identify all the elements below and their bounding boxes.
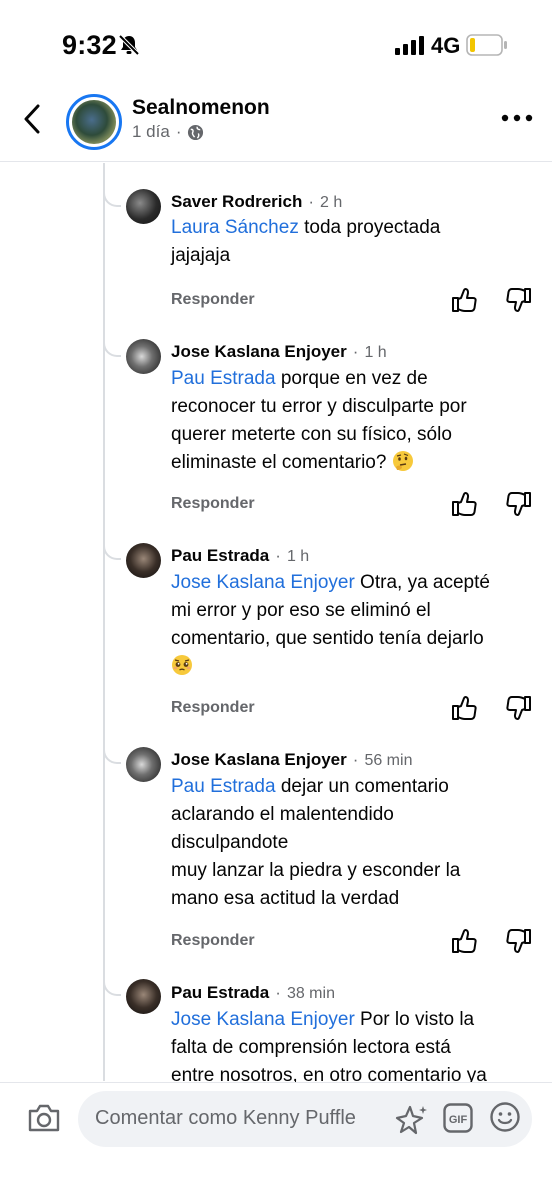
post-time: 1 día <box>132 122 170 141</box>
comment-line: muy lanzar la piedra y esconder la <box>171 860 461 881</box>
comment-line: reconocer tu error y disculparte por <box>171 396 467 417</box>
comment-line: querer meterte con su físico, sólo <box>171 424 452 445</box>
meta-separator: · <box>275 546 281 565</box>
comment-input-placeholder[interactable]: Comentar como Kenny Puffle <box>95 1107 356 1130</box>
thumbs-up-icon[interactable] <box>451 491 477 517</box>
pleading-face-emoji-icon <box>172 655 192 675</box>
thinking-face-emoji-icon <box>392 451 413 471</box>
thread-connector <box>103 335 121 357</box>
comment-text: Pau Estrada porque en vez de reconocer t… <box>171 365 531 477</box>
mention-link[interactable]: Jose Kaslana Enjoyer <box>171 1009 355 1030</box>
camera-icon[interactable] <box>27 1103 61 1133</box>
mention-link[interactable]: Laura Sánchez <box>171 217 299 238</box>
reply-button[interactable]: Responder <box>171 699 255 717</box>
reply-button[interactable]: Responder <box>171 495 255 513</box>
battery-icon <box>466 34 507 56</box>
comment-time[interactable]: 56 min <box>364 752 412 770</box>
comment-time[interactable]: 38 min <box>287 985 335 1003</box>
status-time: 9:32 <box>62 30 117 60</box>
comment-text: Pau Estrada dejar un comentario aclarand… <box>171 773 531 913</box>
mention-link[interactable]: Pau Estrada <box>171 368 276 389</box>
meta-separator: · <box>352 750 359 769</box>
thread-connector <box>103 974 121 996</box>
back-arrow-icon[interactable] <box>20 102 46 136</box>
post-header: Sealnomenon 1 día · <box>0 86 552 162</box>
commenter-avatar[interactable] <box>126 979 161 1014</box>
comment-author[interactable]: Saver Rodrerich <box>171 192 302 212</box>
thumbs-up-icon[interactable] <box>451 928 477 954</box>
thumbs-down-icon[interactable] <box>506 491 532 517</box>
emoji-smile-icon[interactable] <box>489 1101 521 1133</box>
mention-link[interactable]: Jose Kaslana Enjoyer <box>171 572 355 593</box>
comment-line: mano esa actitud la verdad <box>171 888 400 909</box>
mention-link[interactable]: Pau Estrada <box>171 776 276 797</box>
comment-time[interactable]: 1 h <box>364 344 386 362</box>
thumbs-down-icon[interactable] <box>506 287 532 313</box>
commenter-avatar[interactable] <box>126 189 161 224</box>
thumbs-up-icon[interactable] <box>451 287 477 313</box>
comment-header: Jose Kaslana Enjoyer · 56 min <box>171 750 412 770</box>
reply-button[interactable]: Responder <box>171 932 255 950</box>
comment-line: falta de comprensión lectora está <box>171 1037 451 1058</box>
status-bar: 9:32 4G <box>0 0 552 86</box>
meta-separator: · <box>275 983 281 1002</box>
comment-line: jajajaja <box>171 245 231 266</box>
thread-connector <box>103 185 121 207</box>
post-meta: 1 día · <box>132 122 204 142</box>
avatar-sticker-icon[interactable] <box>394 1103 430 1137</box>
comment-header: Pau Estrada · 1 h <box>171 546 309 566</box>
comment-line: Por lo visto la <box>354 1009 475 1030</box>
page-avatar[interactable] <box>66 94 122 150</box>
comment-line: comentario, que sentido tenía dejarlo <box>171 628 484 649</box>
gif-icon[interactable]: GIF <box>443 1103 473 1133</box>
comment-time[interactable]: 2 h <box>320 194 342 212</box>
commenter-avatar[interactable] <box>126 339 161 374</box>
comment-line: aclarando el malentendido <box>171 804 394 825</box>
meta-separator: · <box>352 342 359 361</box>
comment-line: mi error y por eso se eliminó el <box>171 600 431 621</box>
comment-line: toda proyectada <box>298 217 441 238</box>
meta-separator: · <box>308 192 315 211</box>
thumbs-up-icon[interactable] <box>451 695 477 721</box>
thumbs-down-icon[interactable] <box>506 928 532 954</box>
comment-text: Jose Kaslana Enjoyer Otra, ya acepté mi … <box>171 569 531 681</box>
thread-connector <box>103 742 121 764</box>
comment-header: Pau Estrada · 38 min <box>171 983 335 1003</box>
thumbs-down-icon[interactable] <box>506 695 532 721</box>
comment-author[interactable]: Pau Estrada <box>171 983 269 1003</box>
more-options-icon[interactable] <box>500 113 534 123</box>
comment-author[interactable]: Pau Estrada <box>171 546 269 566</box>
comment-composer: Comentar como Kenny Puffle GIF <box>0 1082 552 1200</box>
commenter-avatar[interactable] <box>126 543 161 578</box>
comment-text: Jose Kaslana Enjoyer Por lo visto la fal… <box>171 1006 531 1090</box>
comment-line: disculpandote <box>171 832 289 853</box>
comment-line: eliminaste el comentario? <box>171 452 392 473</box>
page-name[interactable]: Sealnomenon <box>132 96 270 120</box>
svg-text:GIF: GIF <box>449 1114 468 1126</box>
comment-header: Saver Rodrerich · 2 h <box>171 192 342 212</box>
bell-slash-icon <box>118 34 140 56</box>
comment-line: dejar un comentario <box>275 776 449 797</box>
meta-separator: · <box>175 122 182 141</box>
network-label: 4G <box>431 33 461 58</box>
commenter-avatar[interactable] <box>126 747 161 782</box>
comment-author[interactable]: Jose Kaslana Enjoyer <box>171 342 347 362</box>
comment-header: Jose Kaslana Enjoyer · 1 h <box>171 342 387 362</box>
globe-icon <box>188 124 204 140</box>
comment-author[interactable]: Jose Kaslana Enjoyer <box>171 750 347 770</box>
thread-line <box>103 163 105 1081</box>
reply-button[interactable]: Responder <box>171 291 255 309</box>
thread-connector <box>103 538 121 560</box>
cell-signal-icon <box>395 36 424 55</box>
comment-time[interactable]: 1 h <box>287 548 309 566</box>
comment-line: porque en vez de <box>275 368 428 389</box>
comment-line: Otra, ya acepté <box>354 572 490 593</box>
comment-text: Laura Sánchez toda proyectada jajajaja <box>171 214 531 270</box>
